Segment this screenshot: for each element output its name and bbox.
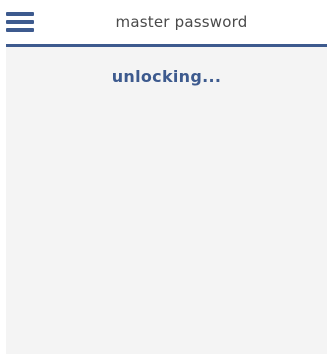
unlocking-status-text: unlocking... [111, 67, 222, 86]
header-bar: master password [0, 0, 327, 44]
menu-icon-bar [6, 12, 34, 16]
main-content: unlocking... [6, 47, 327, 354]
page-title: master password [115, 13, 248, 31]
menu-icon[interactable] [6, 11, 34, 33]
app-screen: master password unlocking... [0, 0, 327, 354]
menu-icon-bar [6, 20, 34, 24]
menu-icon-bar [6, 28, 34, 32]
